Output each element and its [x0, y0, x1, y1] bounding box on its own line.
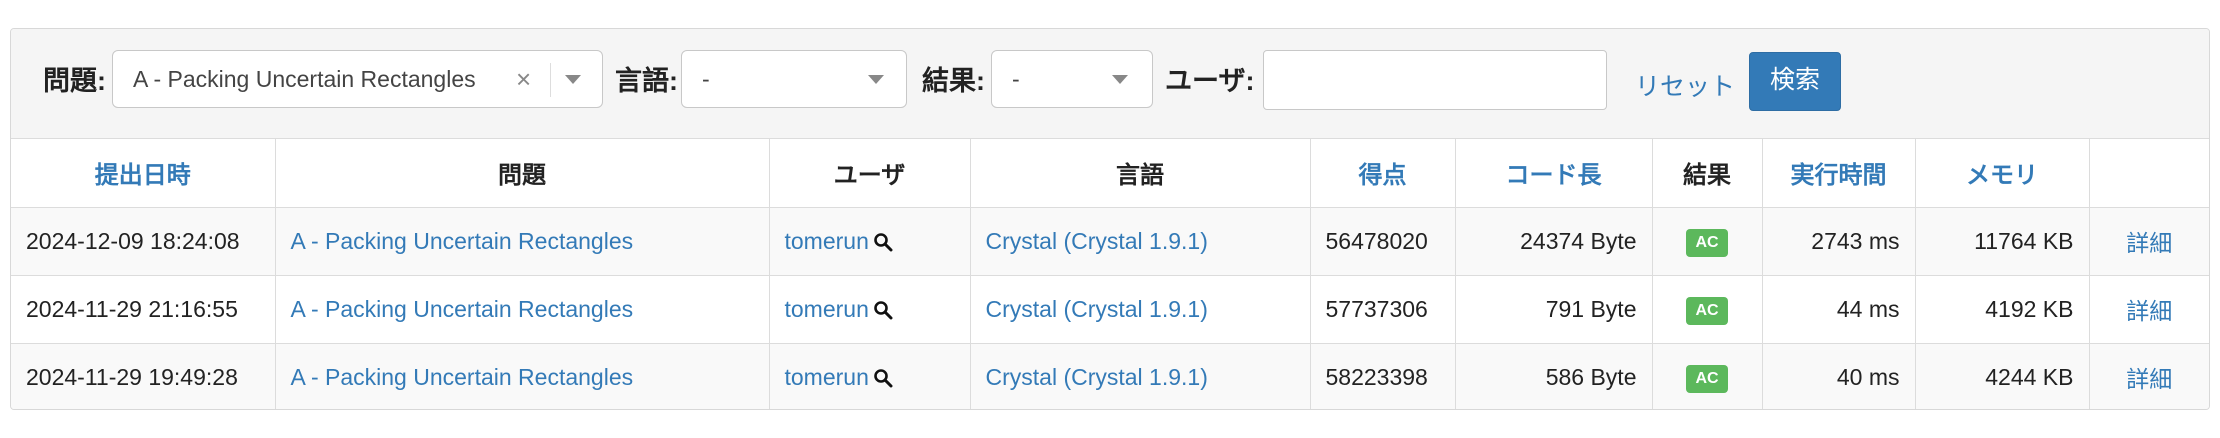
user-link[interactable]: tomerun	[785, 296, 869, 322]
memory-cell: 11764 KB	[1915, 207, 2090, 276]
language-select[interactable]: -	[681, 50, 907, 108]
memory-cell: 4244 KB	[1915, 343, 2090, 409]
language-link[interactable]: Crystal (Crystal 1.9.1)	[986, 296, 1208, 322]
header-code-length[interactable]: コード長	[1455, 139, 1653, 208]
clear-icon[interactable]: ×	[516, 64, 531, 95]
code-length-cell: 586 Byte	[1455, 343, 1653, 409]
header-detail	[2089, 139, 2209, 208]
exec-time-cell: 40 ms	[1762, 343, 1916, 409]
detail-link[interactable]: 詳細	[2126, 298, 2172, 324]
language-select-value: -	[702, 66, 710, 92]
language-filter-label: 言語:	[615, 66, 678, 96]
memory-cell: 4192 KB	[1915, 275, 2090, 344]
code-length-cell: 24374 Byte	[1455, 207, 1653, 276]
header-exec-time[interactable]: 実行時間	[1762, 139, 1916, 208]
submit-time-cell: 2024-12-09 18:24:08	[11, 207, 276, 276]
problem-link[interactable]: A - Packing Uncertain Rectangles	[291, 296, 634, 322]
problem-select-value: A - Packing Uncertain Rectangles	[133, 66, 476, 92]
detail-link[interactable]: 詳細	[2126, 366, 2172, 392]
user-link[interactable]: tomerun	[785, 228, 869, 254]
exec-time-cell: 2743 ms	[1762, 207, 1916, 276]
language-link[interactable]: Crystal (Crystal 1.9.1)	[986, 364, 1208, 390]
submit-time-cell: 2024-11-29 21:16:55	[11, 275, 276, 344]
header-problem: 問題	[275, 139, 770, 208]
search-button[interactable]: 検索	[1749, 52, 1841, 111]
filter-bar: 問題: A - Packing Uncertain Rectangles × 言…	[11, 29, 2209, 139]
reset-link[interactable]: リセット	[1635, 67, 1735, 103]
header-language: 言語	[970, 139, 1311, 208]
problem-link[interactable]: A - Packing Uncertain Rectangles	[291, 228, 634, 254]
exec-time-cell: 44 ms	[1762, 275, 1916, 344]
table-header-row: 提出日時 問題 ユーザ 言語 得点 コード長 結果 実行時間 メモリ	[11, 139, 2209, 208]
problem-select[interactable]: A - Packing Uncertain Rectangles ×	[112, 50, 603, 108]
submissions-table: 提出日時 問題 ユーザ 言語 得点 コード長 結果 実行時間 メモリ 2024-…	[11, 139, 2209, 409]
magnifying-glass-icon[interactable]	[873, 368, 893, 388]
score-cell: 56478020	[1310, 207, 1456, 276]
user-link[interactable]: tomerun	[785, 364, 869, 390]
status-badge: AC	[1686, 364, 1728, 393]
header-result: 結果	[1652, 139, 1763, 208]
select-separator	[550, 63, 551, 97]
chevron-down-icon[interactable]	[565, 75, 581, 84]
header-submit-time[interactable]: 提出日時	[11, 139, 276, 208]
status-badge: AC	[1686, 228, 1728, 257]
table-row: 2024-11-29 21:16:55 A - Packing Uncertai…	[11, 275, 2209, 344]
table-row: 2024-12-09 18:24:08 A - Packing Uncertai…	[11, 207, 2209, 276]
status-badge: AC	[1686, 296, 1728, 325]
submissions-panel: 問題: A - Packing Uncertain Rectangles × 言…	[10, 28, 2210, 410]
problem-filter-label: 問題:	[43, 66, 106, 96]
problem-link[interactable]: A - Packing Uncertain Rectangles	[291, 364, 634, 390]
result-select-value: -	[1012, 66, 1020, 92]
result-select[interactable]: -	[991, 50, 1153, 108]
magnifying-glass-icon[interactable]	[873, 232, 893, 252]
user-input[interactable]	[1263, 50, 1607, 110]
score-cell: 57737306	[1310, 275, 1456, 344]
table-row: 2024-11-29 19:49:28 A - Packing Uncertai…	[11, 343, 2209, 409]
chevron-down-icon[interactable]	[1112, 75, 1128, 84]
magnifying-glass-icon[interactable]	[873, 300, 893, 320]
chevron-down-icon[interactable]	[868, 75, 884, 84]
score-cell: 58223398	[1310, 343, 1456, 409]
detail-link[interactable]: 詳細	[2126, 230, 2172, 256]
result-filter-label: 結果:	[922, 66, 985, 96]
user-filter-label: ユーザ:	[1165, 66, 1255, 96]
code-length-cell: 791 Byte	[1455, 275, 1653, 344]
header-user: ユーザ	[769, 139, 971, 208]
language-link[interactable]: Crystal (Crystal 1.9.1)	[986, 228, 1208, 254]
header-memory[interactable]: メモリ	[1915, 139, 2090, 208]
header-score[interactable]: 得点	[1310, 139, 1456, 208]
submit-time-cell: 2024-11-29 19:49:28	[11, 343, 276, 409]
